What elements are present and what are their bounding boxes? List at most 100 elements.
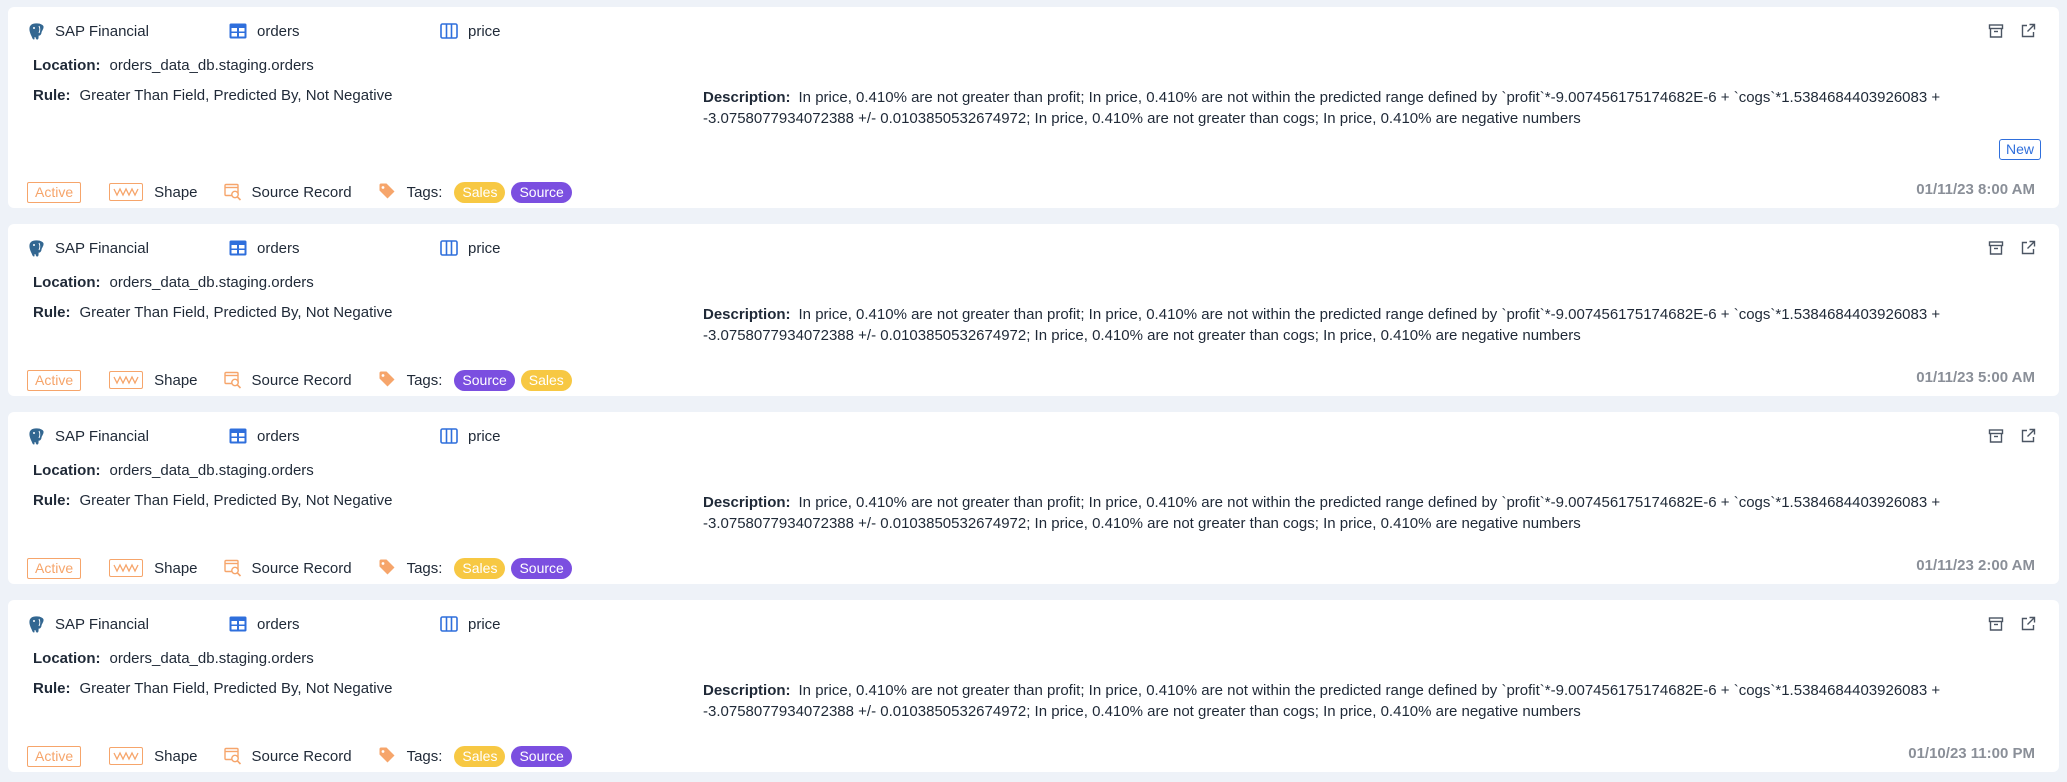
status-badge[interactable]: Active	[27, 369, 82, 391]
rule-row: Rule: Greater Than Field, Predicted By, …	[33, 87, 392, 104]
tag-sales[interactable]: Sales	[520, 369, 572, 391]
table-link[interactable]: orders	[228, 238, 439, 258]
tags-group: Tags: Sales Source	[378, 557, 578, 579]
field-name: price	[468, 427, 501, 445]
table-icon	[228, 238, 248, 258]
anomaly-card[interactable]: SAP Financial orders price Location: ord…	[8, 7, 2059, 208]
card-actions	[1987, 427, 2037, 445]
table-link[interactable]: orders	[228, 21, 439, 41]
tags-label: Tags:	[406, 559, 443, 577]
external-link-icon[interactable]	[2019, 615, 2037, 633]
shape-button[interactable]: Shape	[109, 559, 198, 577]
datasource-link[interactable]: SAP Financial	[26, 238, 228, 258]
description-text: In price, 0.410% are not greater than pr…	[703, 89, 1941, 127]
source-record-label: Source Record	[251, 183, 352, 201]
postgres-elephant-icon	[26, 238, 46, 258]
card-footer: Active Shape Sourc	[27, 180, 578, 204]
shape-button[interactable]: Shape	[109, 371, 198, 389]
source-record-button[interactable]: Source Record	[223, 371, 352, 389]
tags-label: Tags:	[406, 183, 443, 201]
tags-group: Tags: Source Sales	[378, 369, 578, 391]
rule-label: Rule:	[33, 680, 71, 697]
description-text: In price, 0.410% are not greater than pr…	[703, 682, 1941, 720]
field-name: price	[468, 615, 501, 633]
rule-value: Greater Than Field, Predicted By, Not Ne…	[79, 304, 393, 321]
tag-sales[interactable]: Sales	[454, 745, 506, 767]
anomaly-card[interactable]: SAP Financial orders price Location: ord…	[8, 412, 2059, 584]
datasource-link[interactable]: SAP Financial	[26, 614, 228, 634]
table-link[interactable]: orders	[228, 426, 439, 446]
breadcrumb: SAP Financial orders price	[26, 615, 501, 633]
field-link[interactable]: price	[439, 238, 501, 258]
external-link-icon[interactable]	[2019, 427, 2037, 445]
location-label: Location:	[33, 57, 101, 74]
location-value: orders_data_db.staging.orders	[109, 462, 314, 479]
postgres-elephant-icon	[26, 614, 46, 634]
breadcrumb: SAP Financial orders price	[26, 22, 501, 40]
tag-source[interactable]: Source	[511, 745, 572, 767]
postgres-elephant-icon	[26, 21, 46, 41]
description: Description: In price, 0.410% are not gre…	[703, 680, 1963, 722]
tag-icon	[378, 746, 398, 766]
tag-sales[interactable]: Sales	[454, 181, 506, 203]
rule-row: Rule: Greater Than Field, Predicted By, …	[33, 304, 392, 321]
column-icon	[439, 21, 459, 41]
tag-icon	[378, 182, 398, 202]
datasource-link[interactable]: SAP Financial	[26, 426, 228, 446]
tags-group: Tags: Sales Source	[378, 181, 578, 203]
card-footer: Active Shape Sourc	[27, 744, 578, 768]
table-name: orders	[257, 615, 300, 633]
table-icon	[228, 614, 248, 634]
tag-source[interactable]: Source	[511, 181, 572, 203]
archive-icon[interactable]	[1987, 22, 2005, 40]
source-record-button[interactable]: Source Record	[223, 183, 352, 201]
location-row: Location: orders_data_db.staging.orders	[33, 462, 314, 479]
datasource-name: SAP Financial	[55, 22, 149, 40]
description-label: Description:	[703, 89, 791, 106]
breadcrumb: SAP Financial orders price	[26, 239, 501, 257]
anomaly-list: SAP Financial orders price Location: ord…	[0, 0, 2067, 772]
shape-wave-icon	[109, 747, 144, 765]
card-actions	[1987, 239, 2037, 257]
description-text: In price, 0.410% are not greater than pr…	[703, 306, 1941, 344]
description: Description: In price, 0.410% are not gre…	[703, 304, 1963, 346]
rule-value: Greater Than Field, Predicted By, Not Ne…	[79, 492, 393, 509]
field-link[interactable]: price	[439, 21, 501, 41]
tag-source[interactable]: Source	[511, 557, 572, 579]
card-actions	[1987, 615, 2037, 633]
field-link[interactable]: price	[439, 426, 501, 446]
field-name: price	[468, 22, 501, 40]
rule-label: Rule:	[33, 304, 71, 321]
datasource-link[interactable]: SAP Financial	[26, 21, 228, 41]
breadcrumb: SAP Financial orders price	[26, 427, 501, 445]
tag-source[interactable]: Source	[454, 369, 515, 391]
anomaly-card[interactable]: SAP Financial orders price Location: ord…	[8, 600, 2059, 772]
description: Description: In price, 0.410% are not gre…	[703, 492, 1963, 534]
table-name: orders	[257, 427, 300, 445]
tag-sales[interactable]: Sales	[454, 557, 506, 579]
archive-icon[interactable]	[1987, 427, 2005, 445]
source-record-button[interactable]: Source Record	[223, 559, 352, 577]
status-badge[interactable]: Active	[27, 557, 82, 579]
description: Description: In price, 0.410% are not gre…	[703, 87, 1963, 129]
description-label: Description:	[703, 682, 791, 699]
tag-icon	[378, 370, 398, 390]
shape-label: Shape	[154, 559, 198, 577]
table-link[interactable]: orders	[228, 614, 439, 634]
shape-button[interactable]: Shape	[109, 747, 198, 765]
tag-list: Source Sales	[454, 369, 577, 391]
column-icon	[439, 614, 459, 634]
status-badge[interactable]: Active	[27, 745, 82, 767]
field-link[interactable]: price	[439, 614, 501, 634]
source-record-search-icon	[223, 371, 242, 389]
archive-icon[interactable]	[1987, 239, 2005, 257]
anomaly-card[interactable]: SAP Financial orders price Location: ord…	[8, 224, 2059, 396]
source-record-button[interactable]: Source Record	[223, 747, 352, 765]
location-value: orders_data_db.staging.orders	[109, 650, 314, 667]
archive-icon[interactable]	[1987, 615, 2005, 633]
shape-button[interactable]: Shape	[109, 183, 198, 201]
shape-wave-icon	[109, 371, 144, 389]
external-link-icon[interactable]	[2019, 239, 2037, 257]
status-badge[interactable]: Active	[27, 181, 82, 203]
external-link-icon[interactable]	[2019, 22, 2037, 40]
